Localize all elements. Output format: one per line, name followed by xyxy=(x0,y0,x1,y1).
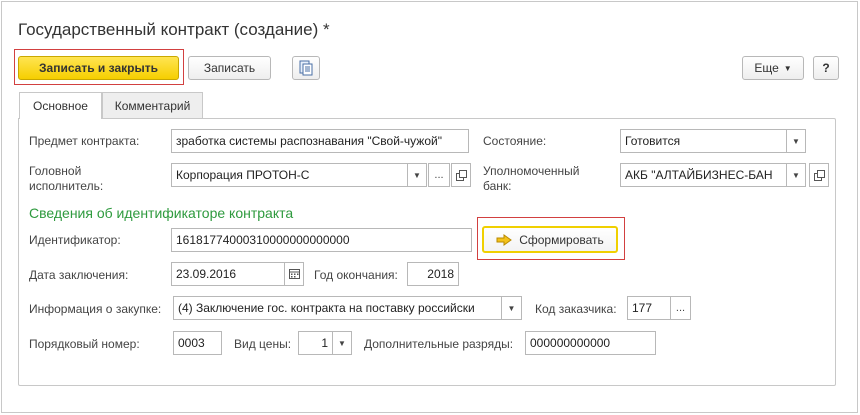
price-type-label: Вид цены: xyxy=(234,337,292,351)
order-field[interactable]: 0003 xyxy=(173,331,222,355)
contractor-field[interactable]: Корпорация ПРОТОН-С xyxy=(171,163,408,187)
save-button[interactable]: Записать xyxy=(188,56,271,80)
customer-code-select-button[interactable]: ... xyxy=(670,296,691,320)
arrow-right-icon xyxy=(496,233,513,246)
more-menu-button[interactable]: Еще ▼ xyxy=(742,56,804,80)
bank-field[interactable]: АКБ "АЛТАЙБИЗНЕС-БАН xyxy=(620,163,787,187)
chevron-down-icon: ▼ xyxy=(792,136,800,146)
contractor-dropdown-button[interactable]: ▼ xyxy=(407,163,427,187)
calendar-button[interactable] xyxy=(284,262,304,286)
customer-code-label: Код заказчика: xyxy=(535,302,617,316)
help-button[interactable]: ? xyxy=(813,56,839,80)
tab-main[interactable]: Основное xyxy=(19,92,102,119)
date-label: Дата заключения: xyxy=(29,268,129,282)
date-field[interactable]: 23.09.2016 xyxy=(171,262,285,286)
bank-label-line1: Уполномоченный xyxy=(483,164,580,178)
save-and-close-button[interactable]: Записать и закрыть xyxy=(18,56,179,80)
bank-label-line2: банк: xyxy=(483,179,512,193)
contractor-open-button[interactable] xyxy=(451,163,471,187)
chevron-down-icon: ▼ xyxy=(783,63,792,73)
status-label: Состояние: xyxy=(483,134,547,148)
window-title: Государственный контракт (создание) * xyxy=(18,20,330,39)
chevron-down-icon: ▼ xyxy=(507,303,516,313)
end-year-field[interactable]: 2018 xyxy=(407,262,459,286)
calendar-icon xyxy=(288,269,300,279)
document-structure-icon xyxy=(299,60,313,76)
extra-digits-field[interactable]: 000000000000 xyxy=(525,331,656,355)
contractor-label-line2: исполнитель: xyxy=(29,179,104,193)
identifier-field[interactable]: 16181774000310000000000000 xyxy=(171,228,472,252)
open-window-icon xyxy=(455,169,467,181)
purchase-field[interactable]: (4) Заключение гос. контракта на поставк… xyxy=(173,296,502,320)
status-dropdown-button[interactable]: ▼ xyxy=(786,129,806,153)
tab-comment[interactable]: Комментарий xyxy=(102,92,203,118)
end-year-label: Год окончания: xyxy=(314,268,398,282)
status-field[interactable]: Готовится xyxy=(620,129,787,153)
open-window-icon xyxy=(813,169,825,181)
subject-field[interactable]: зработка системы распознавания "Свой-чуж… xyxy=(171,129,469,153)
generate-button[interactable]: Сформировать xyxy=(482,226,618,253)
section-title: Сведения об идентификаторе контракта xyxy=(29,205,294,221)
order-label: Порядковый номер: xyxy=(29,337,140,351)
customer-code-field[interactable]: 177 xyxy=(627,296,671,320)
contractor-select-button[interactable]: ... xyxy=(428,163,450,187)
price-type-field[interactable]: 1 xyxy=(298,331,333,355)
bank-dropdown-button[interactable]: ▼ xyxy=(786,163,806,187)
extra-digits-label: Дополнительные разряды: xyxy=(364,337,514,351)
purchase-label: Информация о закупке: xyxy=(29,302,162,316)
generate-label: Сформировать xyxy=(519,232,604,247)
bank-open-button[interactable] xyxy=(809,163,829,187)
chevron-down-icon: ▼ xyxy=(338,338,346,348)
identifier-label: Идентификатор: xyxy=(29,233,121,247)
structure-button[interactable] xyxy=(292,56,320,80)
contractor-label-line1: Головной xyxy=(29,164,82,178)
price-type-dropdown-button[interactable]: ▼ xyxy=(332,331,352,355)
purchase-dropdown-button[interactable]: ▼ xyxy=(501,296,522,320)
chevron-down-icon: ▼ xyxy=(413,170,421,180)
more-label: Еще xyxy=(754,61,779,75)
subject-label: Предмет контракта: xyxy=(29,134,140,148)
chevron-down-icon: ▼ xyxy=(792,170,800,180)
